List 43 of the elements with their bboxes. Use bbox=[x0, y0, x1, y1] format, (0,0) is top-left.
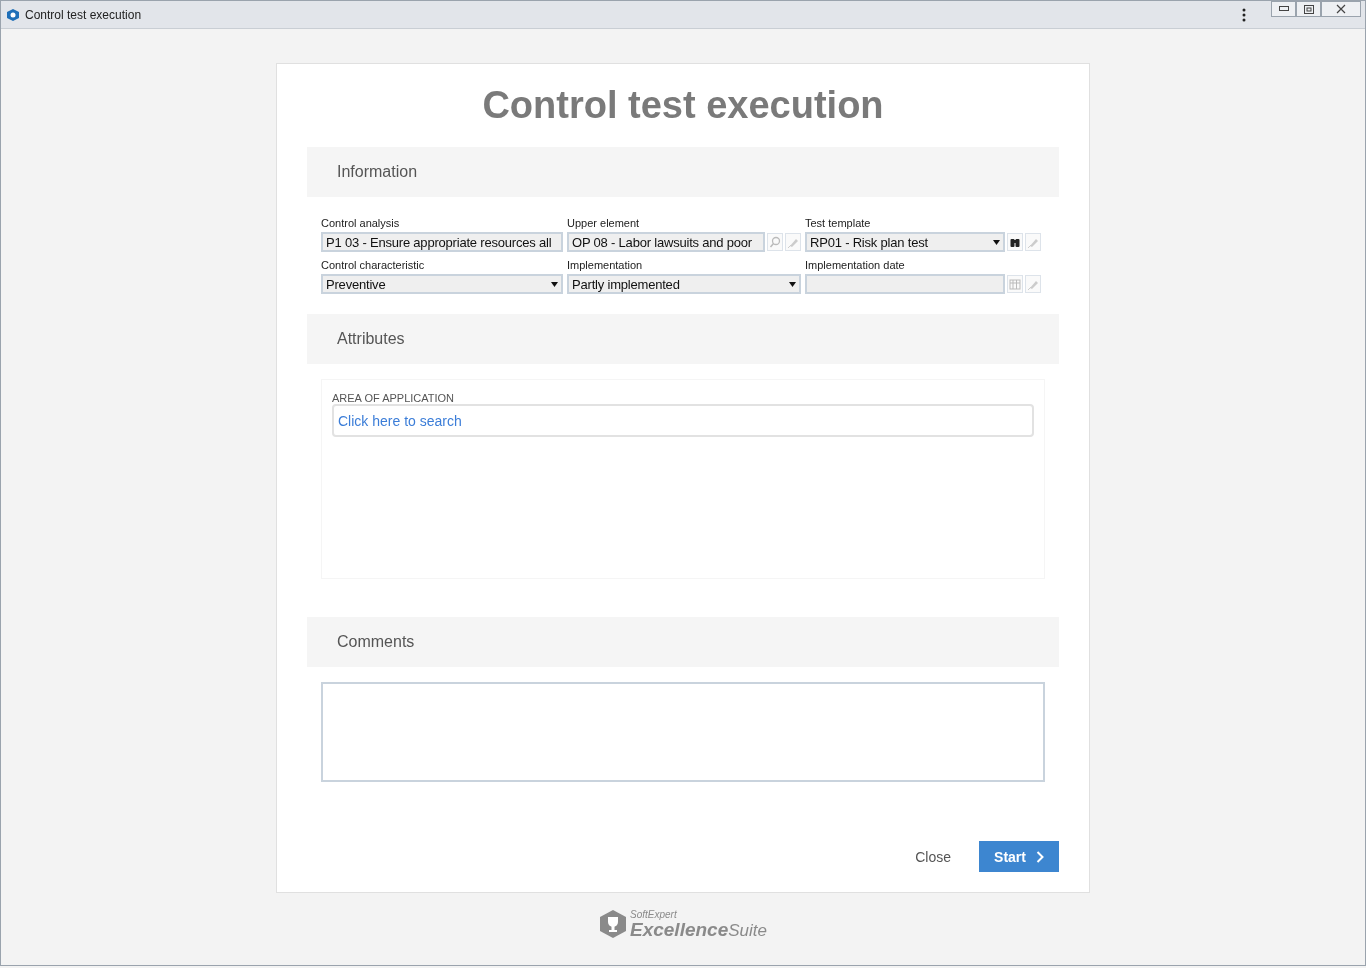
logo-text: Excellence bbox=[630, 919, 729, 939]
field-label: Implementation date bbox=[805, 259, 906, 271]
calendar-button[interactable] bbox=[1007, 275, 1023, 293]
field-label: Test template bbox=[805, 217, 872, 229]
search-link[interactable]: Click here to search bbox=[338, 412, 462, 429]
close-button[interactable]: Close bbox=[909, 842, 957, 871]
input-field[interactable]: P1 03 - Ensure appropriate resources all bbox=[321, 232, 563, 252]
logo-text: SoftExpert bbox=[630, 909, 678, 920]
calendar-icon bbox=[1009, 277, 1021, 291]
search-button[interactable] bbox=[767, 233, 783, 251]
field-label: Implementation bbox=[567, 259, 644, 271]
window-title: Control test execution bbox=[25, 7, 143, 22]
minimize-icon bbox=[1278, 6, 1289, 12]
field-label: Upper element bbox=[567, 217, 641, 229]
minimize-button[interactable] bbox=[1271, 1, 1296, 17]
start-button[interactable]: Start bbox=[979, 841, 1059, 872]
lookup-button[interactable] bbox=[1007, 233, 1023, 251]
field-label: Control characteristic bbox=[321, 259, 426, 271]
clear-button[interactable] bbox=[785, 233, 801, 251]
section-header: Information bbox=[307, 147, 1059, 197]
page-title: Control test execution bbox=[481, 84, 885, 127]
input-field[interactable]: OP 08 - Labor lawsuits and poor bbox=[567, 232, 765, 252]
comments-field[interactable] bbox=[321, 682, 1045, 782]
logo-text: Suite bbox=[728, 921, 767, 939]
dropdown[interactable]: Preventive bbox=[321, 274, 563, 294]
close-window-button[interactable] bbox=[1321, 1, 1361, 17]
date-field[interactable] bbox=[805, 274, 1005, 294]
app-icon bbox=[6, 7, 20, 22]
section-header: Comments bbox=[307, 617, 1059, 667]
field-label: Control analysis bbox=[321, 217, 401, 229]
close-icon bbox=[1336, 4, 1346, 14]
trophy-logo-icon bbox=[599, 909, 627, 939]
search-icon bbox=[769, 235, 781, 249]
maximize-icon bbox=[1303, 4, 1314, 14]
field-label: AREA OF APPLICATION bbox=[332, 392, 456, 404]
maximize-button[interactable] bbox=[1296, 1, 1321, 17]
section-header: Attributes bbox=[307, 314, 1059, 364]
dropdown[interactable]: Partly implemented bbox=[567, 274, 801, 294]
dropdown[interactable]: RP01 - Risk plan test bbox=[805, 232, 1005, 252]
clear-button[interactable] bbox=[1025, 275, 1041, 293]
chevron-right-icon bbox=[1035, 850, 1044, 863]
search-field[interactable]: Click here to search bbox=[332, 404, 1034, 437]
more-options-icon[interactable] bbox=[1242, 7, 1246, 22]
